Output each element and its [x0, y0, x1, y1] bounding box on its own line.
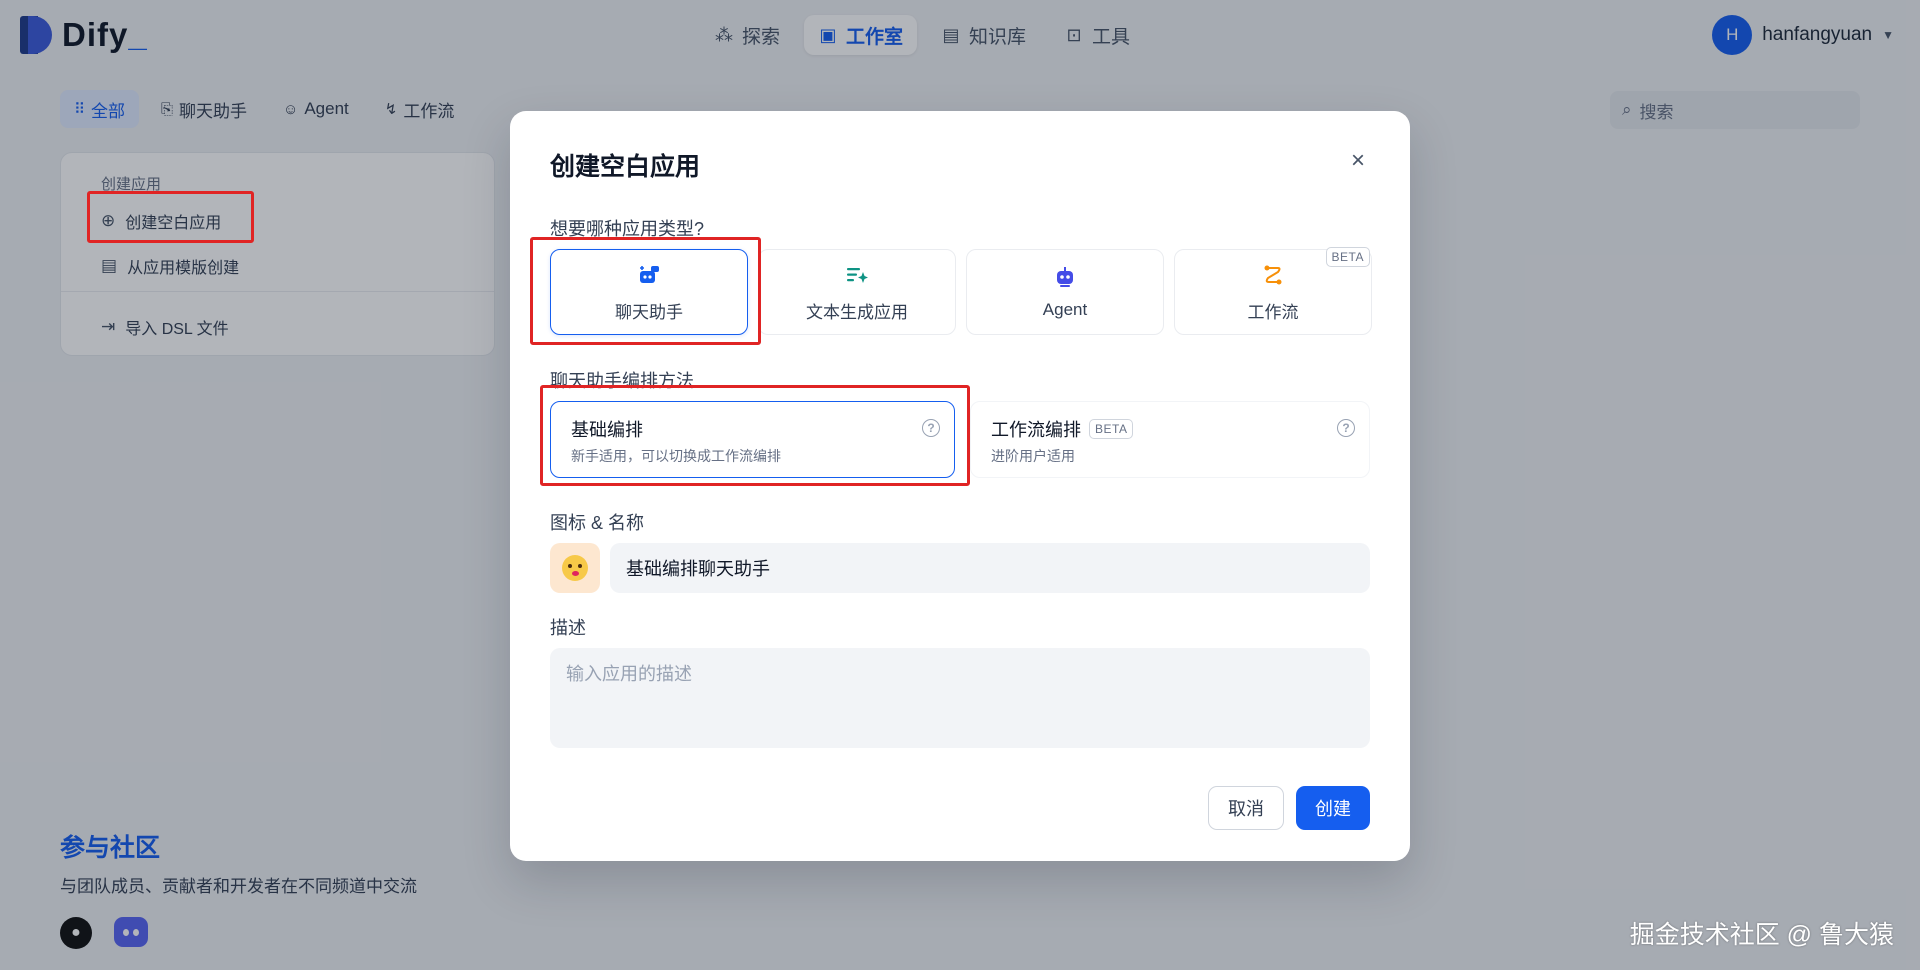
kissing-face-emoji-icon — [562, 555, 588, 581]
description-label: 描述 — [550, 618, 586, 638]
watermark: 掘金技术社区 @ 鲁大猿 — [1629, 921, 1894, 949]
mode-basic-title: 基础编排 — [571, 420, 643, 440]
workflow-beta-badge: BETA — [1325, 247, 1370, 267]
orchestration-mode-label: 聊天助手编排方法 — [550, 371, 694, 391]
app-type-label: 想要哪种应用类型? — [550, 219, 705, 239]
app-icon-picker[interactable] — [550, 543, 600, 593]
app-description-input[interactable] — [550, 648, 1370, 748]
chat-bot-icon — [636, 262, 662, 288]
app-type-chat[interactable]: 聊天助手 — [550, 249, 748, 335]
mode-basic-desc: 新手适用，可以切换成工作流编排 — [571, 448, 781, 464]
app-name-input[interactable] — [610, 543, 1370, 593]
mode-workflow-beta-badge: BETA — [1089, 419, 1134, 439]
agent-robot-icon — [1052, 264, 1078, 290]
help-icon[interactable]: ? — [1337, 419, 1355, 437]
create-button[interactable]: 创建 — [1296, 786, 1370, 830]
app-type-chat-label: 聊天助手 — [615, 302, 683, 322]
icon-name-label: 图标 & 名称 — [550, 513, 645, 533]
modal-title: 创建空白应用 — [550, 153, 701, 181]
mode-workflow-title: 工作流编排 — [991, 420, 1081, 440]
app-type-workflow-label: 工作流 — [1247, 302, 1299, 322]
workflow-route-icon — [1260, 262, 1286, 288]
create-blank-app-modal: 创建空白应用 × 想要哪种应用类型? 聊天助手 文本生成应用 Agent 工作流… — [510, 111, 1410, 861]
help-icon[interactable]: ? — [922, 419, 940, 437]
app-type-text-generation[interactable]: 文本生成应用 — [758, 249, 956, 335]
text-generate-icon — [844, 262, 870, 288]
close-icon[interactable]: × — [1346, 149, 1370, 173]
app-type-agent-label: Agent — [1042, 300, 1088, 319]
app-type-agent[interactable]: Agent — [966, 249, 1164, 335]
mode-workflow-desc: 进阶用户适用 — [991, 448, 1075, 464]
mode-workflow[interactable]: 工作流编排 BETA 进阶用户适用 ? — [970, 401, 1370, 478]
cancel-button[interactable]: 取消 — [1208, 786, 1284, 830]
mode-basic[interactable]: 基础编排 新手适用，可以切换成工作流编排 ? — [550, 401, 955, 478]
app-type-text-generation-label: 文本生成应用 — [806, 302, 908, 322]
